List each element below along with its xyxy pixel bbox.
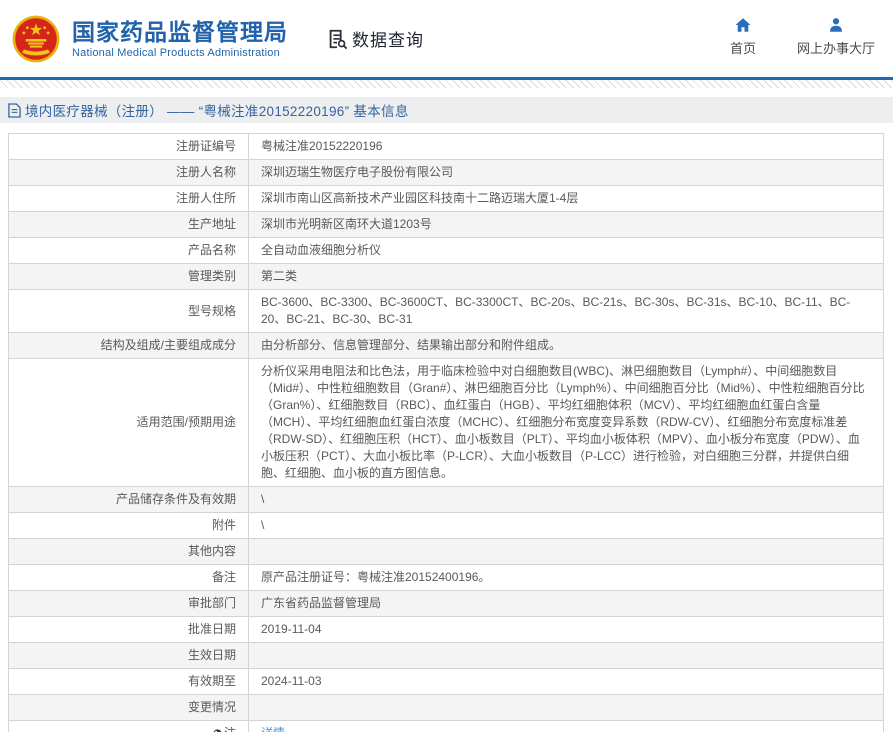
spacer — [0, 123, 893, 133]
table-row: 变更情况 — [9, 695, 884, 721]
row-label: 型号规格 — [9, 290, 249, 333]
nav-item-home[interactable]: 首页 — [723, 16, 763, 57]
row-label: 注 — [9, 721, 249, 732]
row-value — [249, 695, 884, 721]
spacer — [0, 88, 893, 97]
row-label: 变更情况 — [9, 695, 249, 721]
table-row: 审批部门 广东省药品监督管理局 — [9, 591, 884, 617]
row-label: 生效日期 — [9, 643, 249, 669]
hatch-band — [0, 80, 893, 88]
data-query-entry[interactable]: 数据查询 — [326, 26, 424, 51]
table-row: 注册人名称 深圳迈瑞生物医疗电子股份有限公司 — [9, 160, 884, 186]
row-label: 附件 — [9, 513, 249, 539]
row-label: 批准日期 — [9, 617, 249, 643]
row-value: \ — [249, 513, 884, 539]
document-icon — [8, 103, 21, 118]
row-value: 2024-11-03 — [249, 669, 884, 695]
table-row: 型号规格 BC-3600、BC-3300、BC-3600CT、BC-3300CT… — [9, 290, 884, 333]
table-row: 产品名称 全自动血液细胞分析仪 — [9, 238, 884, 264]
table-row: 其他内容 — [9, 539, 884, 565]
row-label: 适用范围/预期用途 — [9, 359, 249, 487]
table-row: 注册证编号 粤械注准20152220196 — [9, 134, 884, 160]
home-icon — [734, 16, 752, 34]
row-label: 注册人住所 — [9, 186, 249, 212]
brand-block: 国家药品监督管理局 National Medical Products Admi… — [72, 19, 288, 59]
table-row: 管理类别 第二类 — [9, 264, 884, 290]
info-table-body: 注册证编号 粤械注准20152220196 注册人名称 深圳迈瑞生物医疗电子股份… — [9, 134, 884, 732]
row-value: 广东省药品监督管理局 — [249, 591, 884, 617]
row-value: 原产品注册证号：粤械注准20152400196。 — [249, 565, 884, 591]
row-value: 深圳迈瑞生物医疗电子股份有限公司 — [249, 160, 884, 186]
breadcrumb-text: 境内医疗器械（注册） —— “粤械注准20152220196” 基本信息 — [25, 100, 409, 120]
site-subtitle: National Medical Products Administration — [72, 47, 288, 59]
page: 国家药品监督管理局 National Medical Products Admi… — [0, 0, 893, 732]
row-value: 粤械注准20152220196 — [249, 134, 884, 160]
row-value: BC-3600、BC-3300、BC-3600CT、BC-3300CT、BC-2… — [249, 290, 884, 333]
row-label: 结构及组成/主要组成成分 — [9, 333, 249, 359]
table-row: 注册人住所 深圳市南山区高新技术产业园区科技南十二路迈瑞大厦1-4层 — [9, 186, 884, 212]
table-row: 产品储存条件及有效期 \ — [9, 487, 884, 513]
row-label: 注册证编号 — [9, 134, 249, 160]
row-value — [249, 643, 884, 669]
table-row: 备注 原产品注册证号：粤械注准20152400196。 — [9, 565, 884, 591]
table-row: 附件 \ — [9, 513, 884, 539]
row-value: 第二类 — [249, 264, 884, 290]
row-value: \ — [249, 487, 884, 513]
row-value: 分析仪采用电阻法和比色法，用于临床检验中对白细胞数目(WBC)、淋巴细胞数目（L… — [249, 359, 884, 487]
national-emblem-logo — [10, 13, 62, 65]
table-row: 生产地址 深圳市光明新区南环大道1203号 — [9, 212, 884, 238]
table-row: 适用范围/预期用途 分析仪采用电阻法和比色法，用于临床检验中对白细胞数目(WBC… — [9, 359, 884, 487]
data-query-icon — [326, 28, 348, 50]
registration-info-table-wrap: 注册证编号 粤械注准20152220196 注册人名称 深圳迈瑞生物医疗电子股份… — [0, 133, 893, 732]
table-row: 生效日期 — [9, 643, 884, 669]
row-value: 2019-11-04 — [249, 617, 884, 643]
table-row: 批准日期 2019-11-04 — [9, 617, 884, 643]
row-label: 管理类别 — [9, 264, 249, 290]
registration-info-table: 注册证编号 粤械注准20152220196 注册人名称 深圳迈瑞生物医疗电子股份… — [8, 133, 884, 732]
nav-item-label: 网上办事大厅 — [797, 38, 875, 57]
nav-item-service-hall[interactable]: 网上办事大厅 — [797, 16, 875, 57]
row-value: 详情 — [249, 721, 884, 732]
person-icon — [827, 16, 845, 34]
table-row: 结构及组成/主要组成成分 由分析部分、信息管理部分、结果输出部分和附件组成。 — [9, 333, 884, 359]
table-row: 有效期至 2024-11-03 — [9, 669, 884, 695]
row-value: 由分析部分、信息管理部分、结果输出部分和附件组成。 — [249, 333, 884, 359]
row-value: 深圳市光明新区南环大道1203号 — [249, 212, 884, 238]
detail-link[interactable]: 详情 — [261, 726, 285, 732]
nav-item-label: 首页 — [730, 38, 756, 57]
row-value: 深圳市南山区高新技术产业园区科技南十二路迈瑞大厦1-4层 — [249, 186, 884, 212]
row-label: 备注 — [9, 565, 249, 591]
table-row: 注 详情 — [9, 721, 884, 732]
header-nav: 首页 网上办事大厅 — [723, 16, 875, 57]
row-label: 产品名称 — [9, 238, 249, 264]
row-label: 产品储存条件及有效期 — [9, 487, 249, 513]
breadcrumb: 境内医疗器械（注册） —— “粤械注准20152220196” 基本信息 — [0, 97, 893, 123]
row-label: 审批部门 — [9, 591, 249, 617]
row-value — [249, 539, 884, 565]
site-title: 国家药品监督管理局 — [72, 19, 288, 45]
data-query-label: 数据查询 — [352, 26, 424, 51]
row-value: 全自动血液细胞分析仪 — [249, 238, 884, 264]
site-header: 国家药品监督管理局 National Medical Products Admi… — [0, 0, 893, 77]
row-label: 有效期至 — [9, 669, 249, 695]
row-label: 生产地址 — [9, 212, 249, 238]
row-label: 注册人名称 — [9, 160, 249, 186]
row-label: 其他内容 — [9, 539, 249, 565]
